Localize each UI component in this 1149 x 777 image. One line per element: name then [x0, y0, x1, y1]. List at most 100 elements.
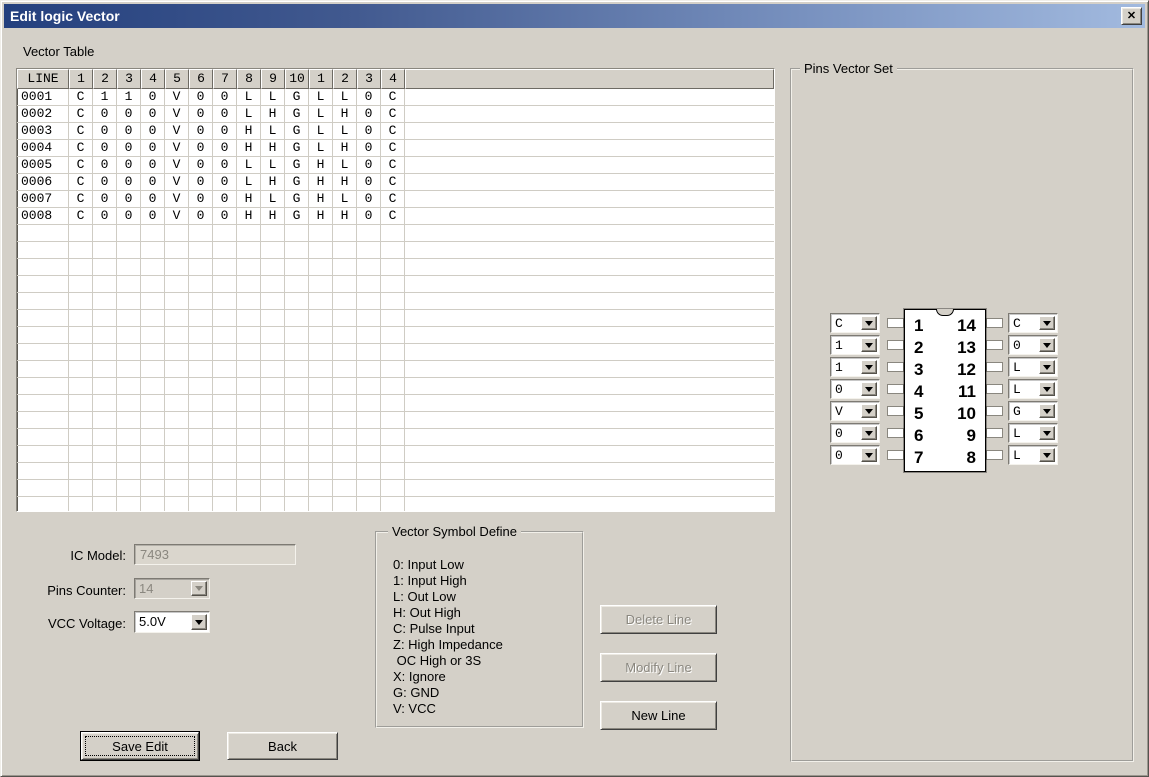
vector-cell	[309, 310, 333, 327]
vector-cell	[165, 497, 189, 512]
vector-cell	[357, 310, 381, 327]
table-row-empty[interactable]	[17, 429, 774, 446]
pin-10-combo-value: G	[1013, 403, 1039, 419]
table-row-empty[interactable]	[17, 497, 774, 512]
vector-cell	[333, 293, 357, 310]
dropdown-button[interactable]	[1039, 316, 1055, 330]
vector-cell: H	[237, 140, 261, 157]
dropdown-button[interactable]	[191, 581, 207, 596]
pin-3-combo[interactable]: 1	[830, 357, 880, 377]
pin-6-combo[interactable]: 0	[830, 423, 880, 443]
pins-counter-combo[interactable]: 14	[134, 578, 210, 599]
vector-cell: 0	[357, 174, 381, 191]
vector-cell	[165, 344, 189, 361]
table-row[interactable]: 0006C000V00LHGHH0C	[17, 174, 774, 191]
vector-cell: V	[165, 208, 189, 225]
dropdown-button[interactable]	[861, 360, 877, 374]
table-row-empty[interactable]	[17, 276, 774, 293]
table-row-empty[interactable]	[17, 480, 774, 497]
vector-cell	[261, 412, 285, 429]
back-button[interactable]: Back	[227, 732, 338, 760]
pin-2-combo[interactable]: 1	[830, 335, 880, 355]
table-row[interactable]: 0002C000V00LHGLH0C	[17, 106, 774, 123]
pin-8-combo[interactable]: L	[1008, 445, 1058, 465]
dropdown-button[interactable]	[1039, 426, 1055, 440]
vcc-voltage-combo[interactable]: 5.0V	[134, 611, 210, 633]
vector-cell: 0	[213, 89, 237, 106]
dropdown-button[interactable]	[1039, 382, 1055, 396]
pin-1-combo[interactable]: C	[830, 313, 880, 333]
pin-9-combo[interactable]: L	[1008, 423, 1058, 443]
vector-table[interactable]: LINE123456789101234 0001C110V00LLGLL0C00…	[16, 68, 775, 512]
pin-lead	[887, 340, 904, 350]
filler-cell	[405, 412, 774, 429]
vector-cell	[141, 276, 165, 293]
table-row-empty[interactable]	[17, 344, 774, 361]
table-row[interactable]: 0005C000V00LLGHL0C	[17, 157, 774, 174]
table-row[interactable]: 0008C000V00HHGHH0C	[17, 208, 774, 225]
pin-4-combo[interactable]: 0	[830, 379, 880, 399]
save-edit-button[interactable]: Save Edit	[81, 732, 199, 760]
vector-cell	[69, 225, 93, 242]
ic-model-input[interactable]: 7493	[134, 544, 296, 565]
close-button[interactable]: ✕	[1121, 7, 1142, 25]
table-row-empty[interactable]	[17, 361, 774, 378]
vector-cell	[189, 446, 213, 463]
table-row-empty[interactable]	[17, 412, 774, 429]
pin-12-combo[interactable]: L	[1008, 357, 1058, 377]
vector-cell	[165, 395, 189, 412]
table-row[interactable]: 0007C000V00HLGHL0C	[17, 191, 774, 208]
vector-cell: C	[69, 89, 93, 106]
table-row-empty[interactable]	[17, 259, 774, 276]
vector-cell	[213, 480, 237, 497]
vector-cell	[69, 310, 93, 327]
table-row-empty[interactable]	[17, 395, 774, 412]
column-header-filler	[405, 69, 774, 89]
table-row-empty[interactable]	[17, 446, 774, 463]
pin-13-combo[interactable]: 0	[1008, 335, 1058, 355]
dropdown-button[interactable]	[861, 448, 877, 462]
vector-cell	[309, 497, 333, 512]
dropdown-button[interactable]	[861, 404, 877, 418]
dropdown-button[interactable]	[861, 426, 877, 440]
chevron-down-icon	[195, 586, 203, 591]
pin-7-combo[interactable]: 0	[830, 445, 880, 465]
table-row-empty[interactable]	[17, 225, 774, 242]
symbol-legend: 0: Input Low1: Input HighL: Out LowH: Ou…	[393, 557, 503, 717]
dropdown-button[interactable]	[1039, 338, 1055, 352]
table-row-empty[interactable]	[17, 463, 774, 480]
new-line-button[interactable]: New Line	[600, 701, 717, 730]
vector-cell	[117, 412, 141, 429]
table-row[interactable]: 0003C000V00HLGLL0C	[17, 123, 774, 140]
pin-5-combo[interactable]: V	[830, 401, 880, 421]
dropdown-button[interactable]	[191, 614, 207, 630]
dropdown-button[interactable]	[1039, 404, 1055, 418]
vector-cell	[357, 225, 381, 242]
table-row[interactable]: 0001C110V00LLGLL0C	[17, 89, 774, 106]
table-row-empty[interactable]	[17, 293, 774, 310]
line-number-cell	[17, 310, 69, 327]
table-row[interactable]: 0004C000V00HHGLH0C	[17, 140, 774, 157]
table-row-empty[interactable]	[17, 242, 774, 259]
dropdown-button[interactable]	[861, 316, 877, 330]
table-row-empty[interactable]	[17, 327, 774, 344]
table-row-empty[interactable]	[17, 310, 774, 327]
vector-cell	[213, 310, 237, 327]
vector-cell	[261, 259, 285, 276]
dropdown-button[interactable]	[861, 338, 877, 352]
dropdown-button[interactable]	[1039, 448, 1055, 462]
vector-cell	[141, 225, 165, 242]
pin-14-combo[interactable]: C	[1008, 313, 1058, 333]
title-bar[interactable]: Edit logic Vector ✕	[4, 4, 1145, 28]
delete-line-button[interactable]: Delete Line	[600, 605, 717, 634]
pin-10-combo[interactable]: G	[1008, 401, 1058, 421]
table-row-empty[interactable]	[17, 378, 774, 395]
modify-line-button[interactable]: Modify Line	[600, 653, 717, 682]
pin-11-combo[interactable]: L	[1008, 379, 1058, 399]
dropdown-button[interactable]	[1039, 360, 1055, 374]
column-header: 4	[381, 69, 405, 89]
vector-cell: 0	[141, 174, 165, 191]
line-number-cell	[17, 361, 69, 378]
vector-cell	[93, 293, 117, 310]
dropdown-button[interactable]	[861, 382, 877, 396]
